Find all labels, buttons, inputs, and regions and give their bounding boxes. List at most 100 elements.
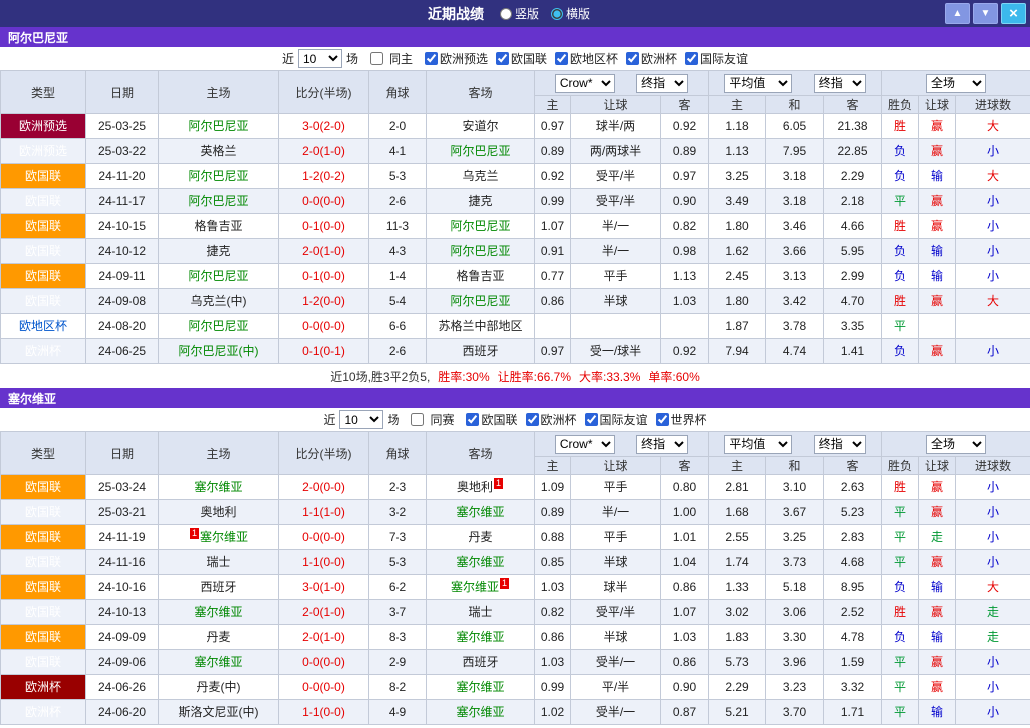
competition-checkbox[interactable] [656, 413, 669, 426]
team-link: 西班牙 [200, 580, 236, 594]
sub-header-handicap: 让球 [571, 96, 661, 114]
match-count-select[interactable]: 10 [298, 49, 342, 68]
odds-stage-select[interactable]: 终指 [636, 435, 688, 454]
competition-filter[interactable]: 欧洲杯 [618, 50, 677, 67]
team-link[interactable]: 阿尔巴尼亚 [450, 244, 510, 258]
team-link: 苏格兰中部地区 [438, 319, 522, 333]
vertical-radio[interactable] [500, 8, 512, 20]
team-link[interactable]: 阿尔巴尼亚 [188, 169, 248, 183]
competition-checkbox[interactable] [626, 52, 639, 65]
avg-stage-select[interactable]: 终指 [814, 435, 866, 454]
scope-select[interactable]: 全场 [926, 74, 986, 93]
team-link[interactable]: 塞尔维亚 [200, 530, 248, 544]
competition-filter[interactable]: 欧洲杯 [518, 411, 577, 428]
asian-handicap: 平手 [571, 475, 661, 500]
col-header-away: 客场 [427, 432, 535, 475]
euro-away-odds: 2.63 [824, 475, 882, 500]
result-goals: 大 [956, 164, 1030, 189]
team-link: 格鲁吉亚 [194, 219, 242, 233]
euro-draw-odds: 3.18 [766, 189, 824, 214]
match-row: 欧国联25-03-21奥地利1-1(1-0)3-2塞尔维亚0.89半/一1.00… [1, 500, 1030, 525]
avg-odds-select[interactable]: 平均值 [724, 74, 792, 93]
competition-filter[interactable]: 世界杯 [648, 411, 707, 428]
move-down-button[interactable]: ▼ [973, 3, 998, 24]
avg-odds-select[interactable]: 平均值 [724, 435, 792, 454]
summary-stat: 单率:60% [648, 368, 699, 385]
col-header-corner: 角球 [369, 432, 427, 475]
competition-filter[interactable]: 欧洲预选 [417, 50, 488, 67]
view-option-vertical[interactable]: 竖版 [500, 5, 539, 22]
match-row: 欧洲杯24-06-26丹麦(中)0-0(0-0)8-2塞尔维亚0.99平/半0.… [1, 675, 1030, 700]
competition-type: 欧国联 [1, 500, 86, 525]
same-condition-label: 同赛 [430, 411, 454, 428]
competition-checkbox[interactable] [496, 52, 509, 65]
competition-filter[interactable]: 欧国联 [458, 411, 517, 428]
team-link[interactable]: 阿尔巴尼亚 [188, 319, 248, 333]
asian-handicap: 半/一 [571, 239, 661, 264]
sub-header-home-odds: 主 [535, 457, 571, 475]
asian-away-odds: 0.82 [661, 214, 709, 239]
away-team: 捷克 [427, 189, 535, 214]
team-link[interactable]: 塞尔维亚 [456, 555, 504, 569]
euro-home-odds: 2.55 [709, 525, 766, 550]
result-wdl: 胜 [882, 289, 919, 314]
result-handicap: 赢 [919, 139, 956, 164]
team-link[interactable]: 阿尔巴尼亚 [188, 119, 248, 133]
competition-filter[interactable]: 国际友谊 [677, 50, 748, 67]
team-link[interactable]: 阿尔巴尼亚 [450, 294, 510, 308]
corner-score: 2-3 [369, 475, 427, 500]
home-team: 捷克 [159, 239, 279, 264]
same-condition-label: 同主 [389, 50, 413, 67]
match-date: 24-10-15 [86, 214, 159, 239]
team-link[interactable]: 阿尔巴尼亚(中) [179, 344, 259, 358]
euro-home-odds: 2.29 [709, 675, 766, 700]
team-link[interactable]: 塞尔维亚 [456, 505, 504, 519]
avg-stage-select[interactable]: 终指 [814, 74, 866, 93]
team-link[interactable]: 塞尔维亚 [194, 605, 242, 619]
horizontal-radio[interactable] [551, 8, 563, 20]
team-link[interactable]: 阿尔巴尼亚 [188, 269, 248, 283]
competition-filter[interactable]: 欧国联 [488, 50, 547, 67]
competition-type: 欧洲预选 [1, 139, 86, 164]
competition-checkbox[interactable] [526, 413, 539, 426]
move-up-button[interactable]: ▲ [945, 3, 970, 24]
team-link[interactable]: 塞尔维亚 [456, 680, 504, 694]
team-link[interactable]: 阿尔巴尼亚 [450, 144, 510, 158]
team-link[interactable]: 塞尔维亚 [456, 630, 504, 644]
corner-score: 4-3 [369, 239, 427, 264]
match-score: 2-0(1-0) [279, 625, 369, 650]
team-link[interactable]: 塞尔维亚 [451, 580, 499, 594]
col-header-score: 比分(半场) [279, 432, 369, 475]
competition-type: 欧洲预选 [1, 114, 86, 139]
result-handicap: 赢 [919, 500, 956, 525]
team-link[interactable]: 阿尔巴尼亚 [188, 194, 248, 208]
team-link[interactable]: 阿尔巴尼亚 [450, 219, 510, 233]
close-button[interactable]: × [1001, 3, 1026, 24]
team-link[interactable]: 塞尔维亚 [194, 655, 242, 669]
competition-checkbox[interactable] [555, 52, 568, 65]
scope-select[interactable]: 全场 [926, 435, 986, 454]
competition-checkbox[interactable] [585, 413, 598, 426]
sub-header-handicap: 让球 [571, 457, 661, 475]
competition-filter[interactable]: 欧地区杯 [547, 50, 618, 67]
odds-company-select[interactable]: Crow* [555, 435, 615, 454]
result-handicap: 走 [919, 525, 956, 550]
competition-checkbox[interactable] [425, 52, 438, 65]
same-condition-checkbox[interactable] [370, 52, 383, 65]
match-count-select[interactable]: 10 [339, 410, 383, 429]
asian-home-odds: 1.02 [535, 700, 571, 725]
competition-type: 欧国联 [1, 600, 86, 625]
odds-company-select[interactable]: Crow* [555, 74, 615, 93]
team-link[interactable]: 塞尔维亚 [194, 480, 242, 494]
sub-header-euro-home: 主 [709, 457, 766, 475]
competition-filter[interactable]: 国际友谊 [577, 411, 648, 428]
team-link[interactable]: 塞尔维亚 [456, 705, 504, 719]
col-header-type: 类型 [1, 432, 86, 475]
view-option-horizontal[interactable]: 横版 [551, 5, 590, 22]
same-condition-checkbox[interactable] [411, 413, 424, 426]
odds-stage-select[interactable]: 终指 [636, 74, 688, 93]
competition-type: 欧洲杯 [1, 700, 86, 725]
horizontal-radio-label: 横版 [566, 5, 590, 22]
competition-checkbox[interactable] [685, 52, 698, 65]
competition-checkbox[interactable] [466, 413, 479, 426]
